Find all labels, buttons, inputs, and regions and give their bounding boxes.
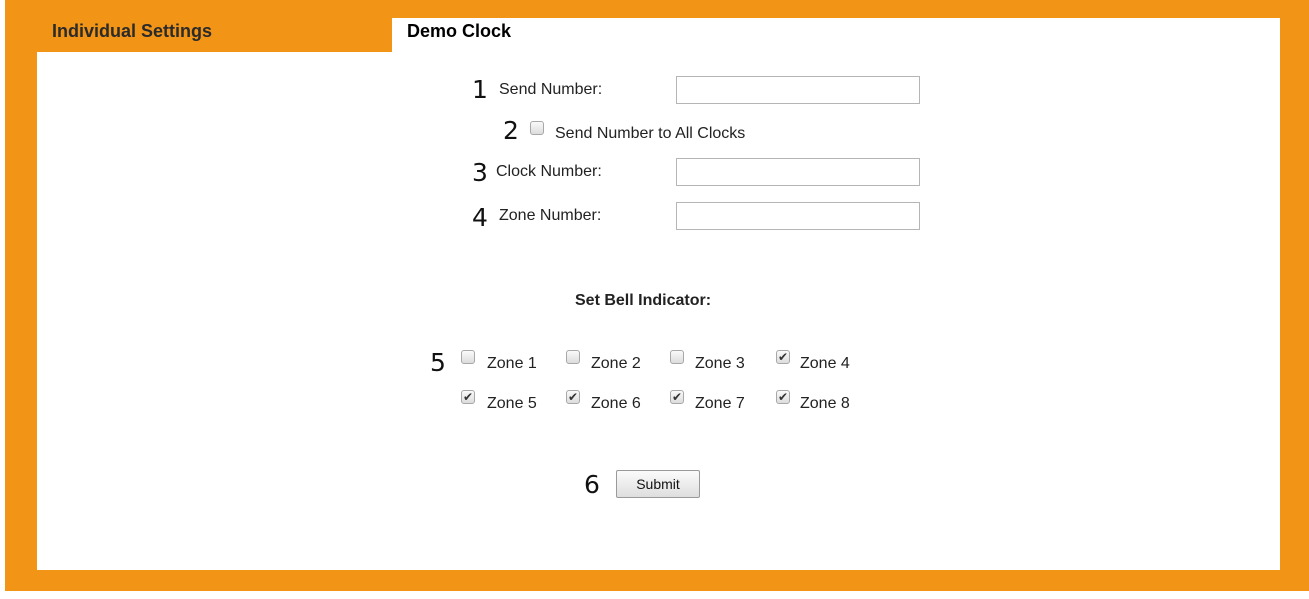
zone-6-checkbox[interactable] [566,390,580,404]
zone-2-label: Zone 2 [591,355,641,372]
zone-number-input[interactable] [676,202,920,230]
active-tab-background [392,18,1280,54]
zone-8-checkbox[interactable] [776,390,790,404]
zone-4-checkbox[interactable] [776,350,790,364]
zone-7-label: Zone 7 [695,395,745,412]
marker-6: 6 [584,470,600,499]
clock-number-input[interactable] [676,158,920,186]
zone-5-checkbox[interactable] [461,390,475,404]
zone-2-checkbox[interactable] [566,350,580,364]
send-all-clocks-checkbox[interactable] [530,121,544,135]
marker-4: 4 [472,203,488,232]
send-number-input[interactable] [676,76,920,104]
marker-3: 3 [472,158,488,187]
zone-6-label: Zone 6 [591,395,641,412]
zone-3-label: Zone 3 [695,355,745,372]
marker-2: 2 [503,116,519,145]
bell-indicator-heading: Set Bell Indicator: [575,292,712,309]
marker-5: 5 [430,348,446,377]
zone-1-checkbox[interactable] [461,350,475,364]
zone-3-checkbox[interactable] [670,350,684,364]
tab-demo-clock[interactable]: Demo Clock [407,21,511,42]
zone-4-label: Zone 4 [800,355,850,372]
zone-8-label: Zone 8 [800,395,850,412]
zone-7-checkbox[interactable] [670,390,684,404]
tab-individual-settings[interactable]: Individual Settings [52,21,212,42]
send-all-clocks-label: Send Number to All Clocks [555,125,746,142]
clock-number-label: Clock Number: [496,163,602,180]
zone-number-label: Zone Number: [499,207,602,224]
zone-1-label: Zone 1 [487,355,537,372]
submit-button[interactable]: Submit [616,470,700,498]
zone-5-label: Zone 5 [487,395,537,412]
send-number-label: Send Number: [499,81,603,98]
marker-1: 1 [472,75,488,104]
